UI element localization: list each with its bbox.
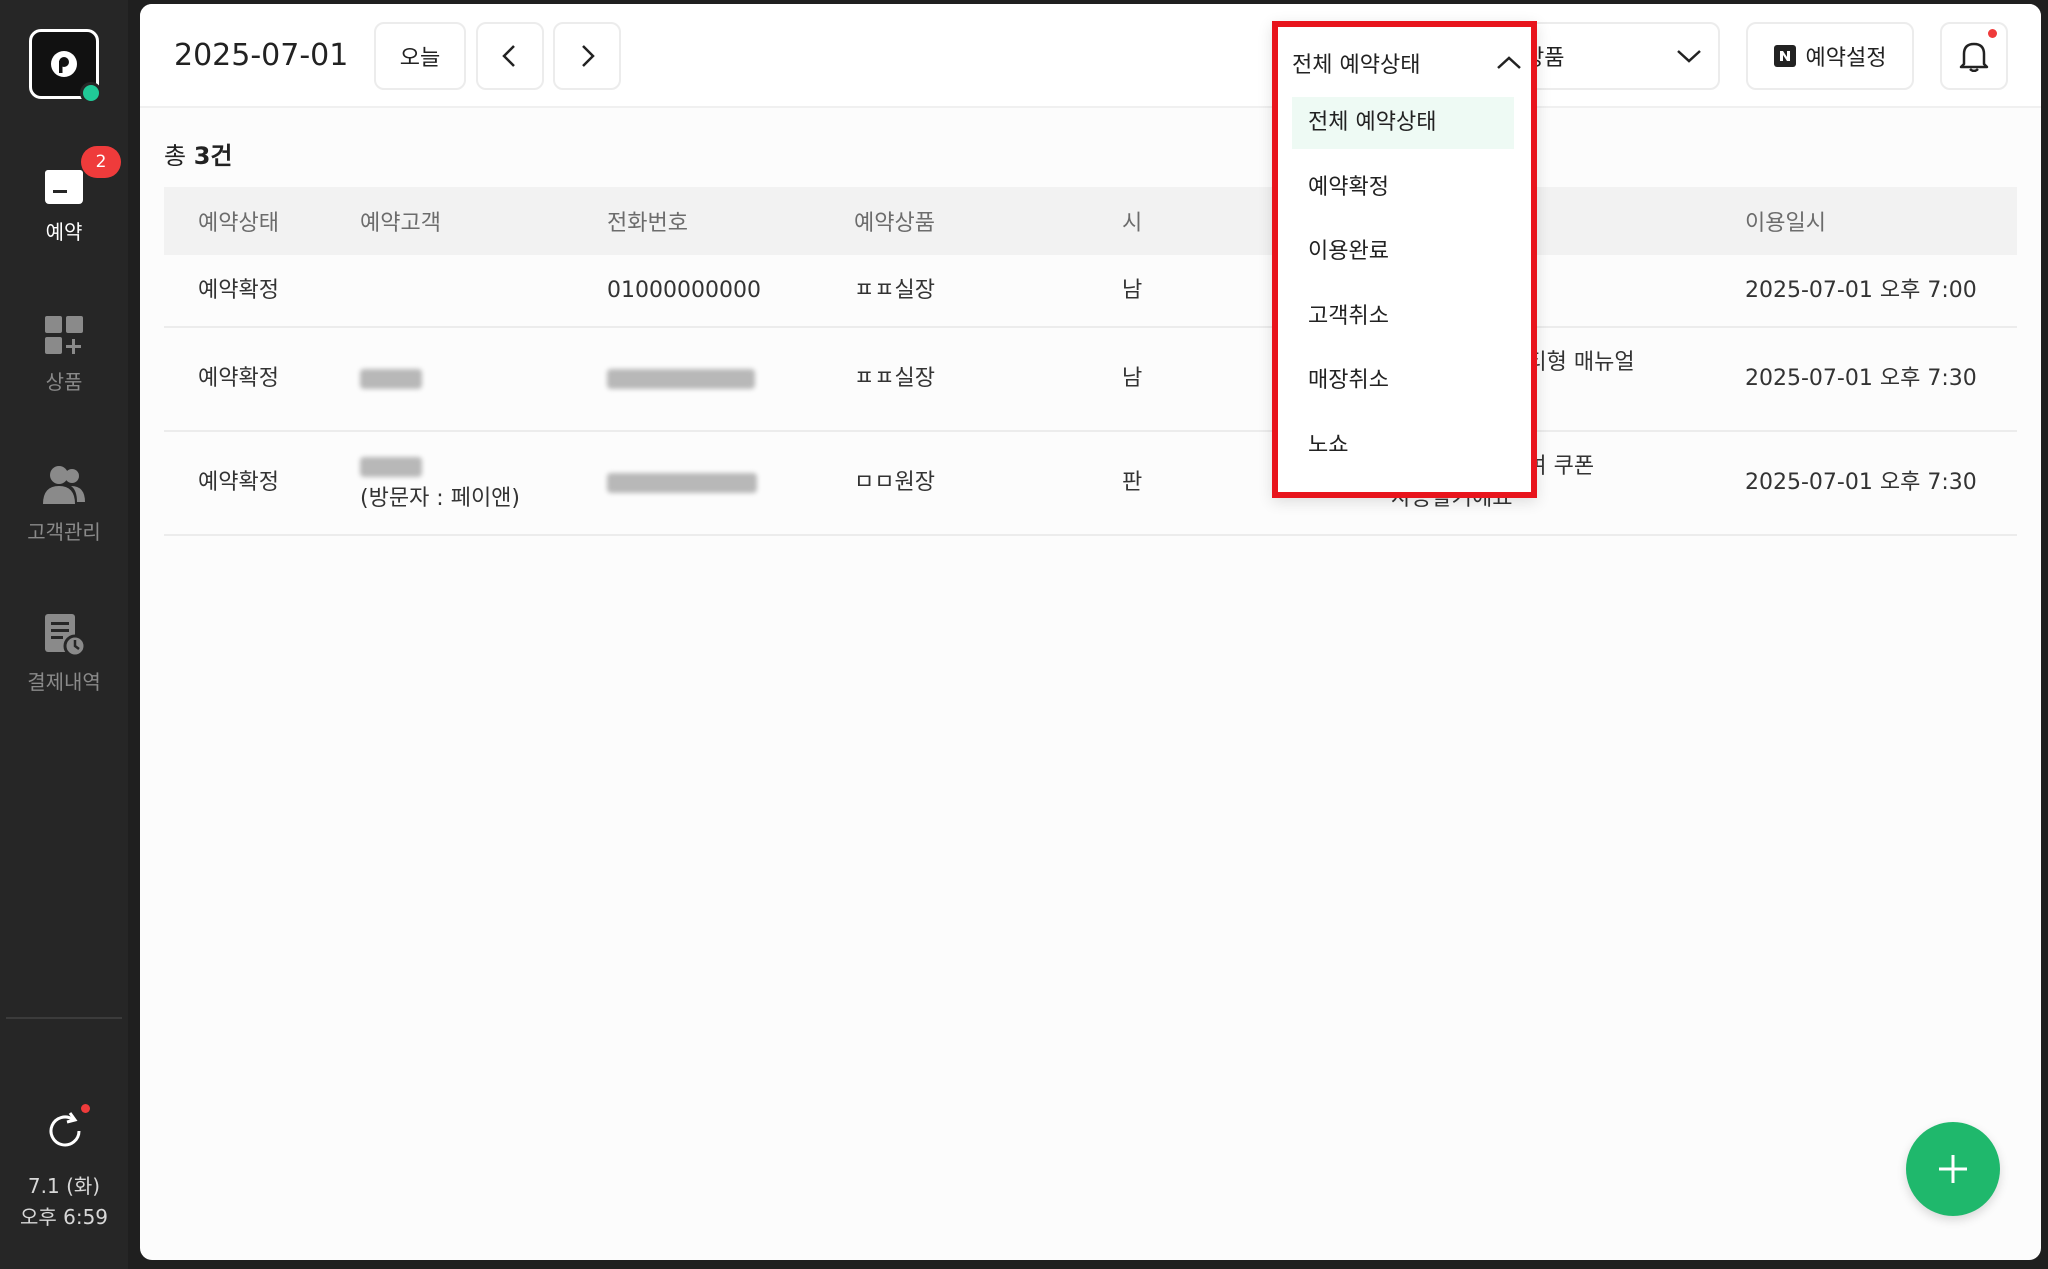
visitor-name: (방문자 : 페이앤) xyxy=(360,486,521,511)
column-header[interactable]: 예약고객 xyxy=(326,187,573,255)
notification-button[interactable] xyxy=(1940,22,2008,90)
product-cell: ㅍㅍ실장 xyxy=(820,255,1088,328)
dropdown-option-confirmed[interactable]: 예약확정 xyxy=(1292,162,1514,214)
customer-cell xyxy=(326,327,573,432)
dropdown-option-store-cancel[interactable]: 매장취소 xyxy=(1292,355,1514,407)
table-row[interactable]: 예약확정 (방문자 : 페이앤) ㅁㅁ원장 판 리뷰 이벤트 참여 쿠폰 사용할… xyxy=(164,431,2017,536)
sidebar-time: 오후 6:59 xyxy=(19,1205,109,1229)
phone-cell xyxy=(573,431,820,536)
sidebar-item-reservation[interactable]: 2 예약 xyxy=(0,146,128,245)
chevron-right-icon xyxy=(582,45,595,67)
add-reservation-button[interactable] xyxy=(1906,1122,2000,1216)
bell-icon xyxy=(1959,42,1989,72)
sidebar-item-label: 예약 xyxy=(45,220,83,244)
product-cell: ㅁㅁ원장 xyxy=(820,431,1088,536)
status-filter-dropdown[interactable]: 전체 예약상태 전체 예약상태 예약확정 이용완료 고객취소 매장취소 노쇼 xyxy=(1272,21,1537,498)
sidebar-date: 7.1 (화) xyxy=(27,1174,101,1198)
next-date-button[interactable] xyxy=(553,22,621,90)
reservation-settings-button[interactable]: 예약설정 xyxy=(1746,22,1914,90)
calendar-icon: 2 xyxy=(41,146,121,208)
sidebar: 2 예약 상품 고객관리 결제내역 7.1 (화) 오후 6:59 xyxy=(0,0,128,1269)
chevron-up-icon xyxy=(1497,56,1521,69)
status-cell: 예약확정 xyxy=(164,255,326,328)
today-button[interactable]: 오늘 xyxy=(374,22,466,90)
sidebar-item-products[interactable]: 상품 xyxy=(0,312,128,395)
online-status-dot xyxy=(80,82,102,104)
reservation-table: 예약상태 예약고객 전화번호 예약상품 시 요청사항 이용일시 예약확정 010… xyxy=(164,187,2017,536)
sidebar-divider xyxy=(6,1017,122,1019)
redacted-name xyxy=(360,369,422,389)
reservation-count-badge: 2 xyxy=(81,146,121,178)
notification-dot xyxy=(1988,29,1997,38)
status-filter-value: 전체 예약상태 xyxy=(1292,53,1421,78)
plus-icon xyxy=(1939,1155,1967,1183)
table-row[interactable]: 예약확정 ㅍㅍ실장 남 페이앤 포스 뷰티형 매뉴얼 입니다. 2025-07-… xyxy=(164,327,2017,432)
sidebar-item-customers[interactable]: 고객관리 xyxy=(0,462,128,545)
datetime-cell: 2025-07-01 오후 7:00 xyxy=(1711,255,2017,328)
total-count-value: 3건 xyxy=(193,142,233,170)
settings-button-label: 예약설정 xyxy=(1805,46,1887,71)
sidebar-item-payments[interactable]: 결제내역 xyxy=(0,612,128,695)
column-header[interactable]: 전화번호 xyxy=(573,187,820,255)
dropdown-option-no-show[interactable]: 노쇼 xyxy=(1292,420,1514,472)
today-button-label: 오늘 xyxy=(399,46,441,71)
naver-n-icon xyxy=(1773,45,1796,67)
prev-date-button[interactable] xyxy=(476,22,544,90)
column-header[interactable]: 예약상품 xyxy=(820,187,1088,255)
status-cell: 예약확정 xyxy=(164,431,326,536)
sidebar-clock: 7.1 (화) 오후 6:59 xyxy=(0,1171,128,1233)
customer-cell xyxy=(326,255,573,328)
redacted-phone xyxy=(607,473,757,493)
redacted-phone xyxy=(607,369,755,389)
total-count: 총 3건 xyxy=(164,136,233,171)
customer-cell: (방문자 : 페이앤) xyxy=(326,431,573,536)
phone-cell xyxy=(573,327,820,432)
status-filter-select[interactable]: 전체 예약상태 xyxy=(1292,47,1522,79)
product-grid-icon xyxy=(41,312,87,358)
column-header[interactable]: 이용일시 xyxy=(1711,187,2017,255)
current-date: 2025-07-01 xyxy=(174,38,349,73)
status-cell: 예약확정 xyxy=(164,327,326,432)
total-prefix: 총 xyxy=(164,142,194,170)
people-icon xyxy=(41,462,87,508)
main-panel: 2025-07-01 오늘 전체 예약상품 예약설정 xyxy=(140,4,2041,1260)
chevron-down-icon xyxy=(1677,50,1701,63)
datetime-cell: 2025-07-01 오후 7:30 xyxy=(1711,327,2017,432)
dropdown-option-completed[interactable]: 이용완료 xyxy=(1292,226,1514,278)
redacted-name xyxy=(360,457,422,477)
refresh-icon[interactable] xyxy=(44,1110,86,1152)
product-cell: ㅍㅍ실장 xyxy=(820,327,1088,432)
sidebar-item-label: 결제내역 xyxy=(27,670,101,694)
payment-history-icon xyxy=(41,612,87,658)
dropdown-option-customer-cancel[interactable]: 고객취소 xyxy=(1292,291,1514,343)
table-header-row: 예약상태 예약고객 전화번호 예약상품 시 요청사항 이용일시 xyxy=(164,187,2017,255)
sidebar-item-label: 상품 xyxy=(45,370,83,394)
refresh-alert-dot xyxy=(81,1104,90,1113)
table-row[interactable]: 예약확정 01000000000 ㅍㅍ실장 남 2025-07-01 오후 7:… xyxy=(164,255,2017,328)
top-bar: 2025-07-01 오늘 전체 예약상품 예약설정 xyxy=(140,4,2041,108)
sidebar-item-label: 고객관리 xyxy=(27,520,101,544)
datetime-cell: 2025-07-01 오후 7:30 xyxy=(1711,431,2017,536)
phone-cell: 01000000000 xyxy=(573,255,820,328)
logo-p-icon xyxy=(51,51,77,77)
column-header[interactable]: 예약상태 xyxy=(164,187,326,255)
dropdown-option-all[interactable]: 전체 예약상태 xyxy=(1292,97,1514,149)
chevron-left-icon xyxy=(502,45,515,67)
